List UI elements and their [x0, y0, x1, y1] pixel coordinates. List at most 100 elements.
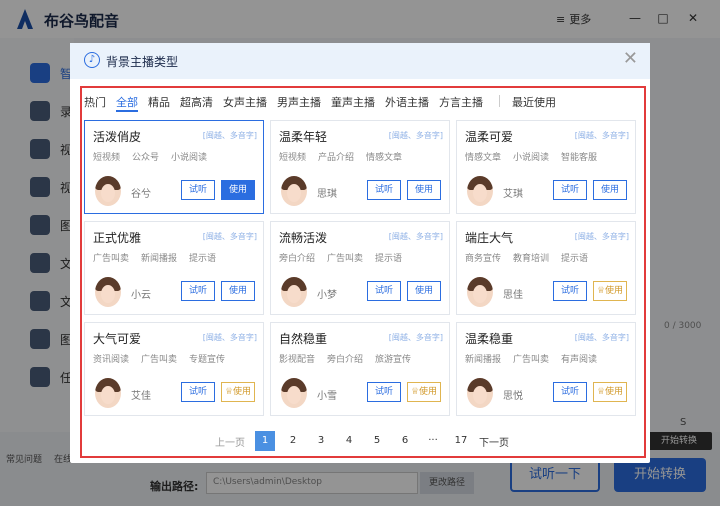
use-voice-vip-button[interactable]: ♕使用 — [407, 382, 441, 402]
crown-icon: ♕ — [596, 387, 606, 397]
listen-voice-button[interactable]: 试听 — [553, 281, 587, 301]
page-6-button[interactable]: 6 — [395, 431, 415, 451]
voice-person: 小雪 — [317, 391, 337, 402]
listen-voice-button[interactable]: 试听 — [553, 180, 587, 200]
voice-usages: 广告叫卖 新闻播报 提示语 — [93, 254, 217, 264]
voice-name: 大气可爱 — [93, 332, 142, 346]
listen-voice-button[interactable]: 试听 — [181, 180, 215, 200]
voice-person: 思悦 — [503, 391, 523, 402]
voice-tag: [闽越、多音字] — [388, 333, 443, 342]
avatar — [467, 176, 493, 206]
category-tabs: 热门 全部 精品 超高清 女声主播 男声主播 童声主播 外语主播 方言主播 最近… — [84, 94, 566, 112]
use-voice-button[interactable]: 使用 — [407, 180, 441, 200]
tab-ultra-hd[interactable]: 超高清 — [180, 94, 213, 112]
crown-icon: ♕ — [410, 387, 420, 397]
voice-person: 思佳 — [503, 290, 523, 301]
voice-usages: 短视频 公众号 小说阅读 — [93, 153, 208, 163]
page-5-button[interactable]: 5 — [367, 431, 387, 451]
listen-voice-button[interactable]: 试听 — [553, 382, 587, 402]
tab-child[interactable]: 童声主播 — [331, 94, 375, 112]
tab-foreign[interactable]: 外语主播 — [385, 94, 429, 112]
voice-card[interactable]: 流畅活泼 [闽越、多音字] 旁白介绍 广告叫卖 提示语 小梦 试听 使用 — [270, 221, 450, 315]
voice-usages: 情感文章 小说阅读 智能客服 — [465, 153, 598, 163]
voice-tag: [闽越、多音字] — [388, 131, 443, 140]
use-voice-vip-button[interactable]: ♕使用 — [593, 281, 627, 301]
crown-icon: ♕ — [224, 387, 234, 397]
voice-name: 温柔可爱 — [465, 130, 514, 144]
listen-voice-button[interactable]: 试听 — [367, 281, 401, 301]
use-voice-button[interactable]: 使用 — [221, 180, 255, 200]
voice-tag: [闽越、多音字] — [574, 333, 629, 342]
tab-female[interactable]: 女声主播 — [223, 94, 267, 112]
voice-person: 小云 — [131, 290, 151, 301]
voice-name: 温柔年轻 — [279, 130, 328, 144]
voice-usages: 资讯阅读 广告叫卖 专题宣传 — [93, 355, 226, 365]
page-4-button[interactable]: 4 — [339, 431, 359, 451]
use-voice-vip-button[interactable]: ♕使用 — [221, 382, 255, 402]
voice-card[interactable]: 温柔可爱 [闽越、多音字] 情感文章 小说阅读 智能客服 艾琪 试听 使用 — [456, 120, 636, 214]
use-voice-vip-button[interactable]: ♕使用 — [593, 382, 627, 402]
voice-person: 小梦 — [317, 290, 337, 301]
voice-name: 正式优雅 — [93, 231, 142, 245]
use-voice-button[interactable]: 使用 — [593, 180, 627, 200]
voice-usages: 新闻播报 广告叫卖 有声阅读 — [465, 355, 598, 365]
dialog-header: ♪ 背景主播类型 ✕ — [70, 43, 650, 79]
voice-usages: 影视配音 旁白介绍 旅游宣传 — [279, 355, 412, 365]
tab-hot[interactable]: 热门 — [84, 94, 106, 112]
page-3-button[interactable]: 3 — [311, 431, 331, 451]
voice-card[interactable]: 自然稳重 [闽越、多音字] 影视配音 旁白介绍 旅游宣传 小雪 试听 ♕使用 — [270, 322, 450, 416]
voice-name: 温柔稳重 — [465, 332, 514, 346]
voice-usages: 商务宣传 教育培训 提示语 — [465, 254, 589, 264]
close-icon[interactable]: ✕ — [623, 49, 638, 69]
voice-card[interactable]: 大气可爱 [闽越、多音字] 资讯阅读 广告叫卖 专题宣传 艾佳 试听 ♕使用 — [84, 322, 264, 416]
avatar — [95, 176, 121, 206]
page-ellipsis-button[interactable]: ··· — [423, 431, 443, 451]
listen-voice-button[interactable]: 试听 — [367, 180, 401, 200]
voice-name: 端庄大气 — [465, 231, 514, 245]
voice-name: 活泼俏皮 — [93, 130, 142, 144]
tab-recent[interactable]: 最近使用 — [512, 94, 556, 112]
voice-name: 流畅活泼 — [279, 231, 328, 245]
crown-icon: ♕ — [596, 286, 606, 296]
listen-voice-button[interactable]: 试听 — [181, 382, 215, 402]
avatar — [281, 277, 307, 307]
voice-card[interactable]: 活泼俏皮 [闽越、多音字] 短视频 公众号 小说阅读 谷兮 试听 使用 — [84, 120, 264, 214]
listen-voice-button[interactable]: 试听 — [181, 281, 215, 301]
avatar — [281, 378, 307, 408]
page-17-button[interactable]: 17 — [451, 431, 471, 451]
listen-voice-button[interactable]: 试听 — [367, 382, 401, 402]
anchor-type-dialog: ♪ 背景主播类型 ✕ 热门 全部 精品 超高清 女声主播 男声主播 童声主播 外… — [70, 43, 650, 463]
avatar — [95, 378, 121, 408]
voice-card[interactable]: 温柔年轻 [闽越、多音字] 短视频 产品介绍 情感文章 思琪 试听 使用 — [270, 120, 450, 214]
voice-tag: [闽越、多音字] — [202, 333, 257, 342]
voice-tag: [闽越、多音字] — [202, 131, 257, 140]
voice-tag: [闽越、多音字] — [574, 131, 629, 140]
voice-usages: 旁白介绍 广告叫卖 提示语 — [279, 254, 403, 264]
music-note-icon: ♪ — [84, 52, 100, 68]
tab-male[interactable]: 男声主播 — [277, 94, 321, 112]
voice-card[interactable]: 温柔稳重 [闽越、多音字] 新闻播报 广告叫卖 有声阅读 思悦 试听 ♕使用 — [456, 322, 636, 416]
tab-all[interactable]: 全部 — [116, 94, 138, 112]
tab-dialect[interactable]: 方言主播 — [439, 94, 483, 112]
voice-usages: 短视频 产品介绍 情感文章 — [279, 153, 403, 163]
tab-divider — [499, 95, 500, 107]
avatar — [467, 277, 493, 307]
voice-person: 思琪 — [317, 189, 337, 200]
voice-card[interactable]: 正式优雅 [闽越、多音字] 广告叫卖 新闻播报 提示语 小云 试听 使用 — [84, 221, 264, 315]
voice-person: 谷兮 — [131, 189, 151, 200]
voice-tag: [闽越、多音字] — [388, 232, 443, 241]
tab-premium[interactable]: 精品 — [148, 94, 170, 112]
dialog-title: 背景主播类型 — [106, 55, 179, 69]
prev-page-button[interactable]: 上一页 — [215, 434, 245, 449]
voice-name: 自然稳重 — [279, 332, 328, 346]
page-2-button[interactable]: 2 — [283, 431, 303, 451]
voice-person: 艾佳 — [131, 391, 151, 402]
page-1-button[interactable]: 1 — [255, 431, 275, 451]
avatar — [95, 277, 121, 307]
use-voice-button[interactable]: 使用 — [407, 281, 441, 301]
use-voice-button[interactable]: 使用 — [221, 281, 255, 301]
voice-card[interactable]: 端庄大气 [闽越、多音字] 商务宣传 教育培训 提示语 思佳 试听 ♕使用 — [456, 221, 636, 315]
pagination: 上一页 1 2 3 4 5 6 ··· 17 下一页 — [215, 431, 519, 451]
next-page-button[interactable]: 下一页 — [479, 434, 509, 449]
voice-tag: [闽越、多音字] — [202, 232, 257, 241]
